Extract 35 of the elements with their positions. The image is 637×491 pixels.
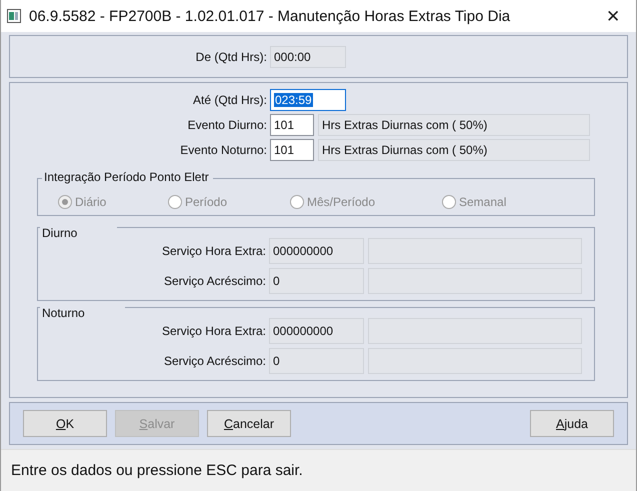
field-label: Serviço Acréscimo:: [162, 354, 267, 368]
description-field: Hrs Extras Diurnas com ( 50%): [318, 114, 590, 136]
radio-button[interactable]: [58, 195, 72, 209]
status-bar: Entre os dados ou pressione ESC para sair.: [1, 449, 636, 491]
group-title: Diurno: [40, 226, 118, 240]
dialog-button[interactable]: Cancelar: [207, 410, 291, 437]
input-field[interactable]: 101: [270, 114, 314, 136]
input-field: 0: [269, 268, 364, 294]
radio-label: Mês/Período: [307, 195, 376, 209]
input-field[interactable]: 023:59: [270, 88, 346, 110]
description-field: Hrs Extras Diurnas com ( 50%): [318, 138, 590, 160]
field-label: Serviço Hora Extra:: [160, 244, 267, 258]
group-title: Noturno: [40, 306, 125, 320]
input-field: 0: [269, 348, 364, 374]
field-label: Evento Diurno:: [186, 118, 268, 132]
radio-button[interactable]: [442, 195, 456, 209]
group-title: Integração Período Ponto Eletr: [42, 170, 213, 184]
field-label: Evento Noturno:: [179, 142, 268, 156]
radio-button[interactable]: [168, 195, 182, 209]
input-field: 000000000: [269, 238, 364, 264]
radio-label: Diário: [75, 195, 106, 209]
window-title: 06.9.5582 - FP2700B - 1.02.01.017 - Manutenção Horas Extras Tipo Dia: [29, 8, 512, 24]
radio-button[interactable]: [290, 195, 304, 209]
input-field: 000000000: [269, 318, 364, 344]
field-label: Serviço Acréscimo:: [162, 274, 267, 288]
dialog-button[interactable]: Ajuda: [530, 410, 614, 437]
field-label: Até (Qtd Hrs):: [192, 92, 268, 106]
radio-label: Semanal: [459, 195, 506, 209]
app-icon: [7, 9, 21, 23]
dialog-button[interactable]: OK: [23, 410, 107, 437]
field-label: Serviço Hora Extra:: [160, 324, 267, 338]
field-label: De (Qtd Hrs):: [194, 50, 268, 64]
input-field[interactable]: 101: [270, 138, 314, 160]
radio-label: Período: [185, 195, 228, 209]
close-button[interactable]: ✕: [590, 6, 636, 26]
